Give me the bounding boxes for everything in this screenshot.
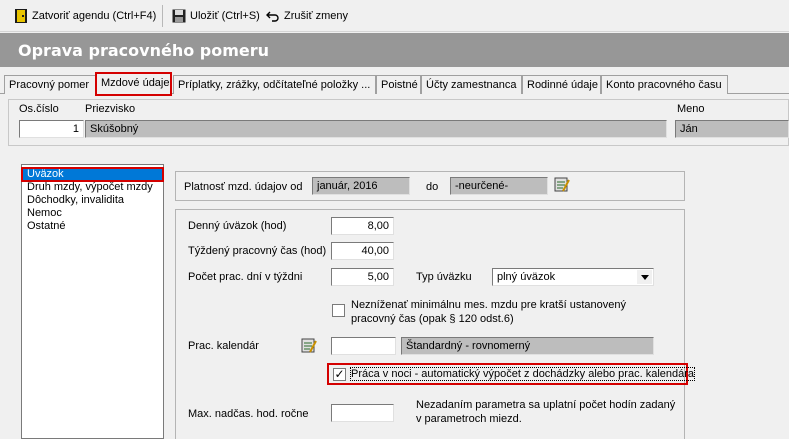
- close-agenda-button[interactable]: Zatvoriť agendu (Ctrl+F4): [12, 5, 158, 27]
- chevron-down-icon[interactable]: [637, 270, 652, 284]
- list-item-workload[interactable]: Úväzok: [21, 167, 164, 182]
- tab-label: Poistné: [381, 79, 418, 91]
- min-wage-checkbox[interactable]: [332, 304, 345, 317]
- door-icon: [15, 9, 27, 23]
- employee-number-label: Os.číslo: [19, 103, 59, 115]
- night-work-label: Práca v noci - automatický výpočet z doc…: [349, 367, 696, 381]
- tab-strip: Pracovný pomer Mzdové údaje Príplatky, z…: [0, 72, 789, 96]
- workdays-field[interactable]: 5,00: [331, 268, 394, 286]
- firstname-field: Ján: [675, 120, 789, 138]
- overtime-field[interactable]: [331, 404, 394, 422]
- tab-insurance[interactable]: Poistné: [376, 75, 421, 94]
- min-wage-label: Nezníženať minimálnu mes. mzdu pre kratš…: [351, 299, 626, 325]
- employee-header: Os.číslo 1 Priezvisko Skúšobný Meno Ján: [8, 99, 789, 146]
- validity-to-label: do: [426, 181, 439, 193]
- weekly-time-field[interactable]: 40,00: [331, 242, 394, 260]
- validity-to-field: -neurčené-: [450, 177, 548, 195]
- validity-panel: Platnosť mzd. údajov od január, 2016 do …: [175, 171, 685, 201]
- workload-panel: Denný úväzok (hod) 8,00 Týždený pracovný…: [175, 209, 696, 439]
- list-item-other[interactable]: Ostatné: [22, 220, 163, 233]
- tab-accounts[interactable]: Účty zamestnanca: [421, 75, 522, 94]
- daily-workload-label-text: Denný úväzok (hod): [188, 220, 287, 232]
- save-button[interactable]: Uložiť (Ctrl+S): [170, 5, 262, 27]
- validity-label: Platnosť mzd. údajov od: [184, 181, 303, 193]
- night-work-highlight: ✓ Práca v noci - automatický výpočet z d…: [327, 363, 696, 385]
- calendar-code-field[interactable]: [331, 337, 396, 355]
- cancel-changes-label: Zrušiť zmeny: [284, 10, 349, 22]
- tab-label: Pracovný pomer: [9, 79, 90, 91]
- close-agenda-label: Zatvoriť agendu (Ctrl+F4): [32, 10, 157, 22]
- firstname-label: Meno: [677, 103, 705, 115]
- workload-type-label: Typ úväzku: [416, 271, 472, 283]
- daily-workload-field[interactable]: 8,00: [331, 217, 394, 235]
- workdays-label: Počet prac. dní v týždni: [188, 271, 303, 283]
- floppy-disk-icon: [172, 9, 186, 23]
- calendar-name-field: Štandardný - rovnomerný: [401, 337, 654, 355]
- overtime-label: Max. nadčas. hod. ročne: [188, 408, 309, 420]
- toolbar-separator: [162, 5, 163, 27]
- calendar-label: Prac. kalendár: [188, 340, 259, 352]
- workload-type-select[interactable]: plný úväzok: [492, 268, 654, 286]
- surname-field: Skúšobný: [85, 120, 667, 138]
- night-work-checkbox[interactable]: ✓: [333, 368, 346, 381]
- tab-label: Účty zamestnanca: [426, 79, 517, 91]
- undo-icon: [266, 11, 279, 22]
- tab-time-account[interactable]: Konto pracovného času: [601, 75, 728, 94]
- employee-number-field[interactable]: 1: [19, 120, 84, 138]
- workload-type-value: plný úväzok: [497, 271, 556, 283]
- daily-workload-label: Denný úväzok (hod): [188, 220, 286, 232]
- list-item-wage-type[interactable]: Druh mzdy, výpočet mzdy: [22, 181, 163, 194]
- tab-wage-data[interactable]: Mzdové údaje: [95, 72, 172, 96]
- cancel-changes-button[interactable]: Zrušiť zmeny: [264, 5, 350, 27]
- list-item-pensions[interactable]: Dôchodky, invalidita: [22, 194, 163, 207]
- tab-employment[interactable]: Pracovný pomer: [4, 75, 97, 94]
- section-list: Úväzok Druh mzdy, výpočet mzdy Dôchodky,…: [21, 164, 164, 439]
- surname-label: Priezvisko: [85, 103, 136, 115]
- tab-family[interactable]: Rodinné údaje: [522, 75, 601, 94]
- validity-from-field: január, 2016: [312, 177, 410, 195]
- calendar-select-icon[interactable]: [301, 337, 317, 358]
- tab-label: Rodinné údaje: [527, 79, 598, 91]
- weekly-time-label: Týždený pracovný čas (hod): [188, 245, 327, 257]
- overtime-note: Nezadaním parametra sa uplatní počet hod…: [416, 399, 676, 425]
- window-title: Oprava pracovného pomeru: [0, 33, 789, 67]
- toolbar: Zatvoriť agendu (Ctrl+F4) Uložiť (Ctrl+S…: [0, 0, 789, 32]
- list-item-sickness[interactable]: Nemoc: [22, 207, 163, 220]
- tab-label: Príplatky, zrážky, odčítateľné položky .…: [178, 79, 371, 91]
- tab-allowances[interactable]: Príplatky, zrážky, odčítateľné položky .…: [173, 75, 376, 94]
- calendar-edit-icon[interactable]: [554, 176, 570, 197]
- save-label: Uložiť (Ctrl+S): [190, 10, 260, 22]
- tab-label: Mzdové údaje: [101, 77, 170, 89]
- tab-label: Konto pracovného času: [606, 79, 722, 91]
